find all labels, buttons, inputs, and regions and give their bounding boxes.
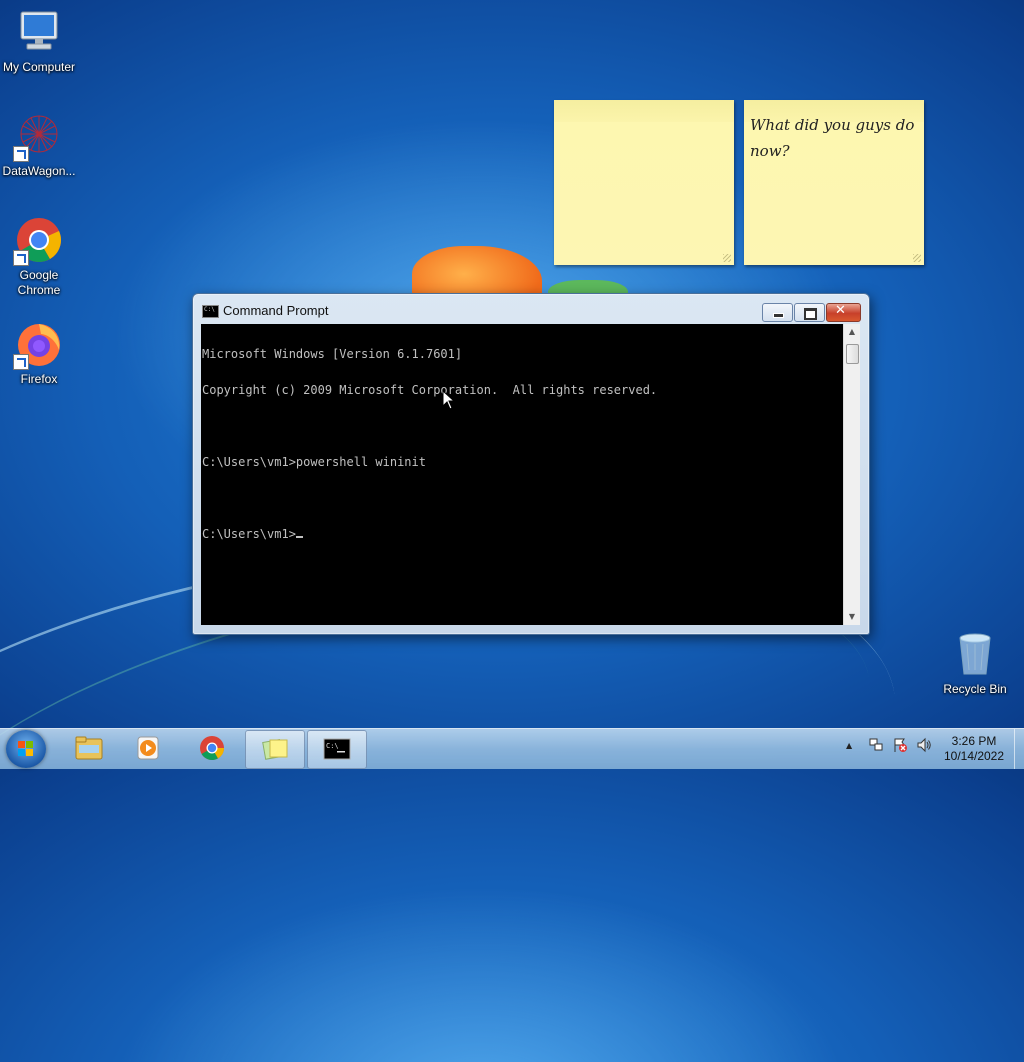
scroll-down-arrow-icon[interactable]: ▼ <box>844 609 860 625</box>
taskbar-command-prompt-button[interactable]: C:\ <box>307 730 367 769</box>
folder-icon <box>75 735 103 761</box>
console-prompt-line[interactable]: C:\Users\vm1> <box>201 528 843 540</box>
console-line: Microsoft Windows [Version 6.1.7601] <box>202 347 463 361</box>
minimize-icon <box>773 313 784 318</box>
start-button[interactable] <box>6 730 46 768</box>
chrome-icon <box>198 735 226 761</box>
taskbar-sticky-notes-button[interactable] <box>245 730 305 769</box>
sticky-note-text[interactable] <box>554 102 734 112</box>
desktop-icon-my-computer[interactable]: My Computer <box>0 8 78 75</box>
firefox-icon <box>13 320 63 370</box>
scrollbar-thumb[interactable] <box>846 344 859 364</box>
window-titlebar[interactable]: Command Prompt ✕ <box>193 294 869 324</box>
console-prompt: C:\Users\vm1> <box>202 527 296 541</box>
computer-icon <box>15 8 63 56</box>
console-icon[interactable] <box>202 305 219 318</box>
sticky-notes-icon <box>261 736 289 762</box>
action-center-flag-icon[interactable] <box>892 737 908 756</box>
taskbar-chrome-button[interactable] <box>183 730 241 767</box>
sticky-note[interactable]: What did you guys do now? <box>744 100 924 265</box>
taskbar: C:\ ▲ 3:26 PM 10/14/2022 <box>0 728 1024 769</box>
shortcut-arrow-icon <box>13 146 29 162</box>
desktop-icon-label: Recycle Bin <box>943 682 1007 696</box>
desktop-icon-chrome[interactable]: Google Chrome <box>0 216 78 298</box>
scroll-up-arrow-icon[interactable]: ▲ <box>844 324 860 340</box>
command-prompt-window[interactable]: Command Prompt ✕ Microsoft Windows [Vers… <box>192 293 870 635</box>
volume-icon[interactable] <box>916 737 932 756</box>
media-player-icon <box>135 735 163 761</box>
taskbar-explorer-button[interactable] <box>60 730 118 767</box>
windows-logo-icon <box>18 741 34 757</box>
shortcut-arrow-icon <box>13 250 29 266</box>
close-button[interactable]: ✕ <box>826 303 861 322</box>
close-icon: ✕ <box>835 303 846 318</box>
console-line: C:\Users\vm1>powershell wininit <box>202 455 426 469</box>
clock-time: 3:26 PM <box>951 734 997 748</box>
taskbar-media-player-button[interactable] <box>120 730 178 767</box>
minimize-button[interactable] <box>762 303 793 322</box>
desktop-icon-datawagon[interactable]: DataWagon... <box>0 112 78 179</box>
show-desktop-button[interactable] <box>1014 729 1024 769</box>
chrome-icon <box>13 216 63 266</box>
console-output[interactable]: Microsoft Windows [Version 6.1.7601] Cop… <box>201 324 843 625</box>
desktop-icon-label: DataWagon... <box>2 164 76 178</box>
console-icon: C:\ <box>323 736 351 762</box>
clock-date: 10/14/2022 <box>943 749 1005 763</box>
console-line: Copyright (c) 2009 Microsoft Corporation… <box>202 383 658 397</box>
maximize-icon <box>804 308 817 320</box>
vertical-scrollbar[interactable]: ▲ ▼ <box>843 324 860 625</box>
resize-grip-icon[interactable] <box>723 254 731 262</box>
desktop-icon-label: Firefox <box>20 372 58 386</box>
maximize-button[interactable] <box>794 303 825 322</box>
network-icon[interactable] <box>868 737 884 756</box>
sticky-note[interactable] <box>554 100 734 265</box>
show-hidden-icons-icon[interactable]: ▲ <box>846 741 852 750</box>
desktop-icon-label: Google Chrome <box>17 268 61 297</box>
desktop-icon-label: My Computer <box>2 60 76 74</box>
shortcut-arrow-icon <box>13 354 29 370</box>
recycle-bin-icon <box>951 630 999 678</box>
svg-text:C:\: C:\ <box>326 742 339 750</box>
datawagon-icon <box>13 112 63 162</box>
window-title: Command Prompt <box>223 303 329 318</box>
text-cursor <box>295 536 303 538</box>
desktop-icon-firefox[interactable]: Firefox <box>0 320 78 387</box>
sticky-note-text[interactable]: What did you guys do now? <box>744 102 924 164</box>
taskbar-clock[interactable]: 3:26 PM 10/14/2022 <box>936 734 1012 764</box>
resize-grip-icon[interactable] <box>913 254 921 262</box>
desktop-icon-recycle-bin[interactable]: Recycle Bin <box>936 630 1014 697</box>
